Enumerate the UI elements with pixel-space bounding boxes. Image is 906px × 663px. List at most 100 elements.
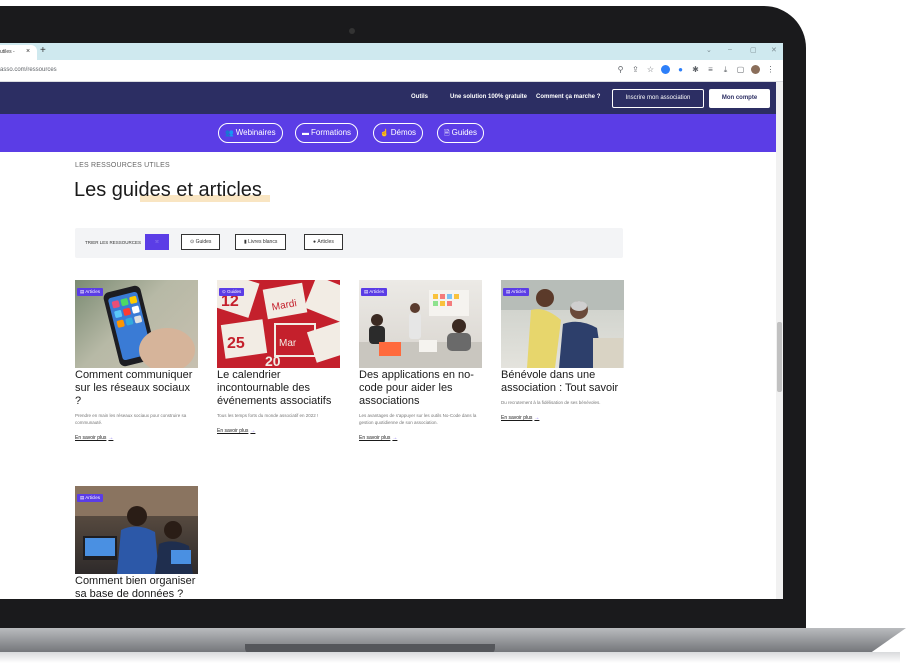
tab-formations[interactable]: ▬ Formations xyxy=(295,123,359,143)
tab-label: Guides xyxy=(451,128,477,137)
pointer-icon: ☝ xyxy=(380,130,389,137)
card-image-calendar: 12 Mardi 25 Mar 20 ⊙ Guides xyxy=(217,280,340,368)
document-icon: 🗎 xyxy=(444,130,450,137)
category-badge: ⊙ Guides xyxy=(219,288,245,296)
grid-icon: ⁙ xyxy=(154,239,160,245)
read-more-label: En savoir plus xyxy=(75,435,107,441)
filter-guides-button[interactable]: ⊙ Guides xyxy=(181,234,221,250)
tab-webinaires[interactable]: 👥 Webinaires xyxy=(218,123,283,143)
card-title[interactable]: Des applications en no-code pour aider l… xyxy=(359,369,483,408)
webinar-icon: 👥 xyxy=(225,130,234,137)
filter-label: TRIER LES RESSOURCES xyxy=(85,240,142,245)
read-more-link[interactable]: En savoir plus → xyxy=(359,435,397,441)
read-more-label: En savoir plus xyxy=(501,415,533,421)
url-field[interactable]: asso.com/ressources xyxy=(0,67,57,73)
tab-demos[interactable]: ☝ Démos xyxy=(373,123,424,143)
filter-label-text: Guides xyxy=(195,239,212,245)
filter-label-text: Articles xyxy=(317,239,334,245)
minimize-icon[interactable]: – xyxy=(728,46,732,53)
scrollbar-thumb[interactable] xyxy=(777,322,782,392)
read-more-label: En savoir plus xyxy=(359,435,391,441)
browser-tab[interactable]: utiles - × xyxy=(0,45,37,60)
card-image-database: ▤ Articles xyxy=(75,486,198,574)
site-header: Outils Une solution 100% gratuite Commen… xyxy=(0,82,776,114)
calendar-day: Mar xyxy=(279,338,297,349)
filter-label-text: Livres blancs xyxy=(248,239,278,245)
card-image-volunteer: ▤ Articles xyxy=(501,280,624,368)
page-scrollbar[interactable] xyxy=(776,82,783,599)
resource-card[interactable]: ▤ Articles Des applications en no-code p… xyxy=(359,280,483,444)
book-icon: ▮ xyxy=(244,239,247,245)
read-more-link[interactable]: En savoir plus → xyxy=(217,428,255,434)
category-badge: ▤ Articles xyxy=(503,288,530,296)
read-more-label: En savoir plus xyxy=(217,428,249,434)
category-badge: ▤ Articles xyxy=(77,494,104,502)
resource-card[interactable]: ▤ Articles Comment communiquer sur les r… xyxy=(75,280,199,444)
bookmark-star-icon[interactable]: ☆ xyxy=(646,65,655,74)
article-icon: ● xyxy=(313,239,317,245)
zoom-icon[interactable]: ⚲ xyxy=(616,65,625,74)
card-image-phone: ▤ Articles xyxy=(75,280,198,368)
card-title[interactable]: Comment bien organiser sa base de donnée… xyxy=(75,575,199,599)
resource-card[interactable]: 12 Mardi 25 Mar 20 ⊙ Guides Le calendrie… xyxy=(217,280,341,437)
browser-tab-bar: utiles - × + ⌄ – ▢ ✕ xyxy=(0,43,783,60)
filter-white-papers-button[interactable]: ▮ Livres blancs xyxy=(235,234,287,250)
arrow-right-icon: → xyxy=(250,428,256,434)
tab-title: utiles - xyxy=(0,49,15,55)
arrow-right-icon: → xyxy=(108,435,114,441)
card-description: Tous les temps forts du monde associatif… xyxy=(217,413,319,418)
tab-label: Démos xyxy=(390,128,417,137)
tab-label: Formations xyxy=(311,128,352,137)
nav-link-outils[interactable]: Outils xyxy=(411,94,428,100)
screen: utiles - × + ⌄ – ▢ ✕ asso.com/ressources… xyxy=(0,43,783,599)
address-bar: asso.com/ressources ⚲ ⇪ ☆ ● ✱ ≡ ⤓ ▢ ⋮ xyxy=(0,60,783,82)
tab-label: Webinaires xyxy=(235,128,276,137)
browser-toolbar-icons: ⚲ ⇪ ☆ ● ✱ ≡ ⤓ ▢ ⋮ xyxy=(616,65,775,74)
maximize-icon[interactable]: ▢ xyxy=(750,46,757,54)
profile-avatar[interactable] xyxy=(751,65,760,74)
extension-icon[interactable]: ● xyxy=(676,65,685,74)
section-kicker: LES RESSOURCES UTILES xyxy=(75,162,170,169)
laptop-shadow xyxy=(0,652,900,663)
category-badge: ▤ Articles xyxy=(77,288,104,296)
share-icon[interactable]: ⇪ xyxy=(631,65,640,74)
puzzle-icon[interactable]: ✱ xyxy=(691,65,700,74)
new-tab-icon[interactable]: + xyxy=(40,45,46,56)
register-association-button[interactable]: Inscrire mon association xyxy=(612,89,704,108)
resources-subnav: 👥 Webinaires ▬ Formations ☝ Démos 🗎 Guides xyxy=(0,114,776,152)
guide-icon: ⊙ xyxy=(190,239,195,245)
tab-guides[interactable]: 🗎 Guides xyxy=(437,123,484,143)
resource-card[interactable]: ▤ Articles Bénévole dans une association… xyxy=(501,280,625,424)
arrow-right-icon: → xyxy=(534,415,540,421)
filter-all-button[interactable]: ⁙ xyxy=(145,234,169,250)
category-badge: ▤ Articles xyxy=(361,288,388,296)
page-title: Les guides et articles xyxy=(74,179,262,201)
my-account-button[interactable]: Mon compte xyxy=(709,89,770,108)
read-more-link[interactable]: En savoir plus → xyxy=(501,415,539,421)
tab-search-icon[interactable]: ⌄ xyxy=(706,46,712,54)
read-more-link[interactable]: En savoir plus → xyxy=(75,435,113,441)
card-image-meeting: ▤ Articles xyxy=(359,280,482,368)
sidepanel-icon[interactable]: ▢ xyxy=(736,65,745,74)
resource-card[interactable]: ▤ Articles Comment bien organiser sa bas… xyxy=(75,486,199,599)
card-title[interactable]: Le calendrier incontournable des événeme… xyxy=(217,369,341,408)
calendar-number: 20 xyxy=(265,353,281,368)
card-description: Prendre en main les réseaux sociaux pour… xyxy=(75,413,187,425)
nav-link-how-it-works[interactable]: Comment ça marche ? xyxy=(536,94,600,100)
tab-close-icon[interactable]: × xyxy=(26,48,30,55)
reading-list-icon[interactable]: ≡ xyxy=(706,65,715,74)
card-description: Les avantages de s'appuyer sur les outil… xyxy=(359,413,477,425)
webcam-icon xyxy=(349,28,355,34)
card-title[interactable]: Comment communiquer sur les réseaux soci… xyxy=(75,369,199,408)
card-title[interactable]: Bénévole dans une association : Tout sav… xyxy=(501,369,625,395)
nav-link-solution[interactable]: Une solution 100% gratuite xyxy=(450,94,527,100)
filter-bar: TRIER LES RESSOURCES ⁙ ⊙ Guides ▮ Livres… xyxy=(75,228,623,258)
filter-articles-button[interactable]: ● Articles xyxy=(304,234,343,250)
download-icon[interactable]: ⤓ xyxy=(721,65,730,74)
kebab-menu-icon[interactable]: ⋮ xyxy=(766,65,775,74)
screen-icon: ▬ xyxy=(302,130,309,137)
arrow-right-icon: → xyxy=(392,435,398,441)
extension-icon[interactable] xyxy=(661,65,670,74)
close-window-icon[interactable]: ✕ xyxy=(771,46,777,54)
calendar-number: 25 xyxy=(227,335,245,352)
